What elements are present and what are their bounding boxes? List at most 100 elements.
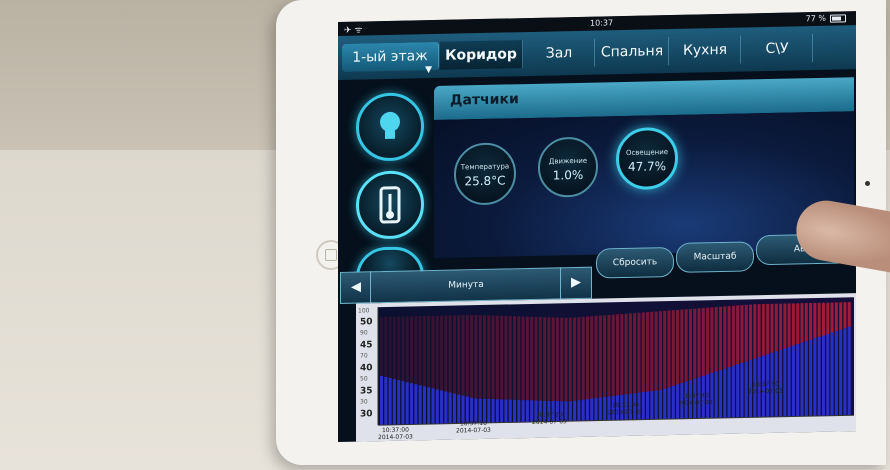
- series-red-bar: [779, 303, 783, 350]
- series-red-bar: [774, 303, 778, 352]
- series-blue-bar: [440, 390, 444, 424]
- series-blue-bar: [521, 400, 525, 423]
- series-red-bar: [585, 316, 589, 400]
- reset-button[interactable]: Сбросить: [596, 246, 674, 279]
- series-red-bar: [714, 307, 718, 372]
- x-tick-date: 2014-07-03: [748, 387, 783, 396]
- series-blue-bar: [495, 399, 499, 423]
- series-red-bar: [551, 317, 555, 402]
- series-red-bar: [491, 315, 495, 400]
- lighting-button[interactable]: [356, 92, 424, 162]
- series-red-bar: [392, 316, 396, 380]
- series-red-bar: [470, 315, 474, 398]
- series-red-bar: [500, 315, 504, 400]
- tab-spalnya[interactable]: Спальня: [596, 37, 669, 67]
- series-red-bar: [718, 306, 722, 371]
- sensors-button[interactable]: [356, 170, 424, 240]
- next-interval-button[interactable]: ▶: [560, 266, 592, 300]
- series-blue-bar: [513, 399, 517, 423]
- scale-button[interactable]: Масштаб: [676, 241, 754, 273]
- series-red-bar: [804, 303, 808, 342]
- series-blue-bar: [650, 390, 654, 420]
- series-blue-bar: [654, 390, 658, 420]
- series-red-bar: [787, 303, 791, 348]
- series-red-bar: [628, 313, 632, 394]
- series-blue-bar: [452, 393, 456, 424]
- series-blue-bar: [671, 385, 675, 420]
- tab-koridor[interactable]: Коридор: [440, 40, 523, 70]
- series-red-bar: [701, 307, 705, 376]
- tab-kuhnya[interactable]: Кухня: [670, 35, 741, 66]
- floor-label: 1-ый этаж: [352, 48, 428, 66]
- series-red-bar: [684, 309, 688, 382]
- series-red-bar: [826, 302, 830, 335]
- series-red-bar: [809, 302, 813, 340]
- series-blue-bar: [380, 375, 384, 426]
- series-blue-bar: [796, 344, 800, 417]
- series-red-bar: [676, 309, 680, 385]
- light-value: 47.7%: [627, 159, 667, 174]
- series-blue-bar: [392, 379, 396, 425]
- series-red-bar: [796, 303, 800, 345]
- series-red-bar: [440, 315, 444, 391]
- series-red-bar: [847, 302, 851, 327]
- series-blue-bar: [457, 394, 461, 424]
- series-blue-bar: [736, 364, 740, 418]
- series-red-bar: [736, 305, 740, 365]
- series-red-bar: [414, 316, 418, 385]
- series-red-bar: [688, 308, 692, 381]
- temperature-sensor[interactable]: Температура 25.8°С: [454, 142, 516, 206]
- series-red-bar: [839, 302, 843, 330]
- series-red-bar: [594, 315, 598, 399]
- series-red-bar: [452, 315, 456, 394]
- series-red-bar: [525, 316, 529, 401]
- series-blue-bar: [577, 400, 581, 421]
- series-red-bar: [380, 316, 384, 376]
- tab-su[interactable]: С\У: [742, 34, 813, 64]
- x-tick: 10:37:00 2014-07-03: [378, 426, 413, 442]
- series-red-bar: [444, 315, 448, 392]
- series-red-bar: [482, 315, 486, 399]
- series-red-bar: [543, 317, 547, 401]
- y-tick-30: 30: [360, 409, 373, 420]
- series-red-bar: [671, 310, 675, 386]
- series-red-bar: [658, 311, 662, 390]
- x-tick-date: 2014-07-03: [678, 399, 713, 407]
- series-red-bar: [843, 302, 847, 329]
- series-blue-bar: [813, 338, 817, 417]
- series-red-bar: [431, 315, 435, 389]
- status-time: 10:37: [590, 18, 614, 28]
- series-red-bar: [465, 315, 469, 397]
- series-blue-bar: [568, 401, 572, 422]
- prev-interval-button[interactable]: ◀: [340, 271, 372, 304]
- series-blue-bar: [714, 371, 718, 419]
- floor-selector[interactable]: 1-ый этаж ▼: [342, 41, 439, 75]
- light-sensor[interactable]: Освещение 47.7%: [616, 126, 678, 191]
- series-red-bar: [783, 303, 787, 349]
- motion-sensor[interactable]: Движение 1.0%: [538, 136, 598, 198]
- series-blue-bar: [414, 384, 418, 425]
- series-blue-bar: [405, 382, 409, 425]
- panel-title: Датчики: [450, 91, 519, 109]
- x-tick: 10:37:10 2014-07-03: [456, 420, 491, 435]
- series-blue-bar: [723, 368, 727, 418]
- series-blue-bar: [397, 380, 401, 425]
- series-blue-bar: [431, 388, 435, 425]
- series-blue-bar: [435, 389, 439, 424]
- tab-zal[interactable]: Зал: [524, 38, 595, 69]
- series-red-bar: [624, 313, 628, 395]
- series-blue-bar: [843, 328, 847, 416]
- series-red-bar: [457, 315, 461, 395]
- series-red-bar: [761, 303, 765, 356]
- series-blue-bar: [427, 387, 431, 425]
- series-blue-bar: [800, 342, 804, 417]
- series-red-bar: [590, 316, 594, 399]
- series-red-bar: [680, 309, 684, 384]
- chart-svg: [377, 297, 854, 426]
- series-red-bar: [401, 316, 405, 382]
- y-minor-tick: 70: [360, 352, 368, 360]
- series-red-bar: [641, 312, 645, 393]
- series-blue-bar: [826, 333, 830, 416]
- series-blue-bar: [740, 362, 744, 418]
- x-tick-date: 2014-07-03: [456, 426, 491, 435]
